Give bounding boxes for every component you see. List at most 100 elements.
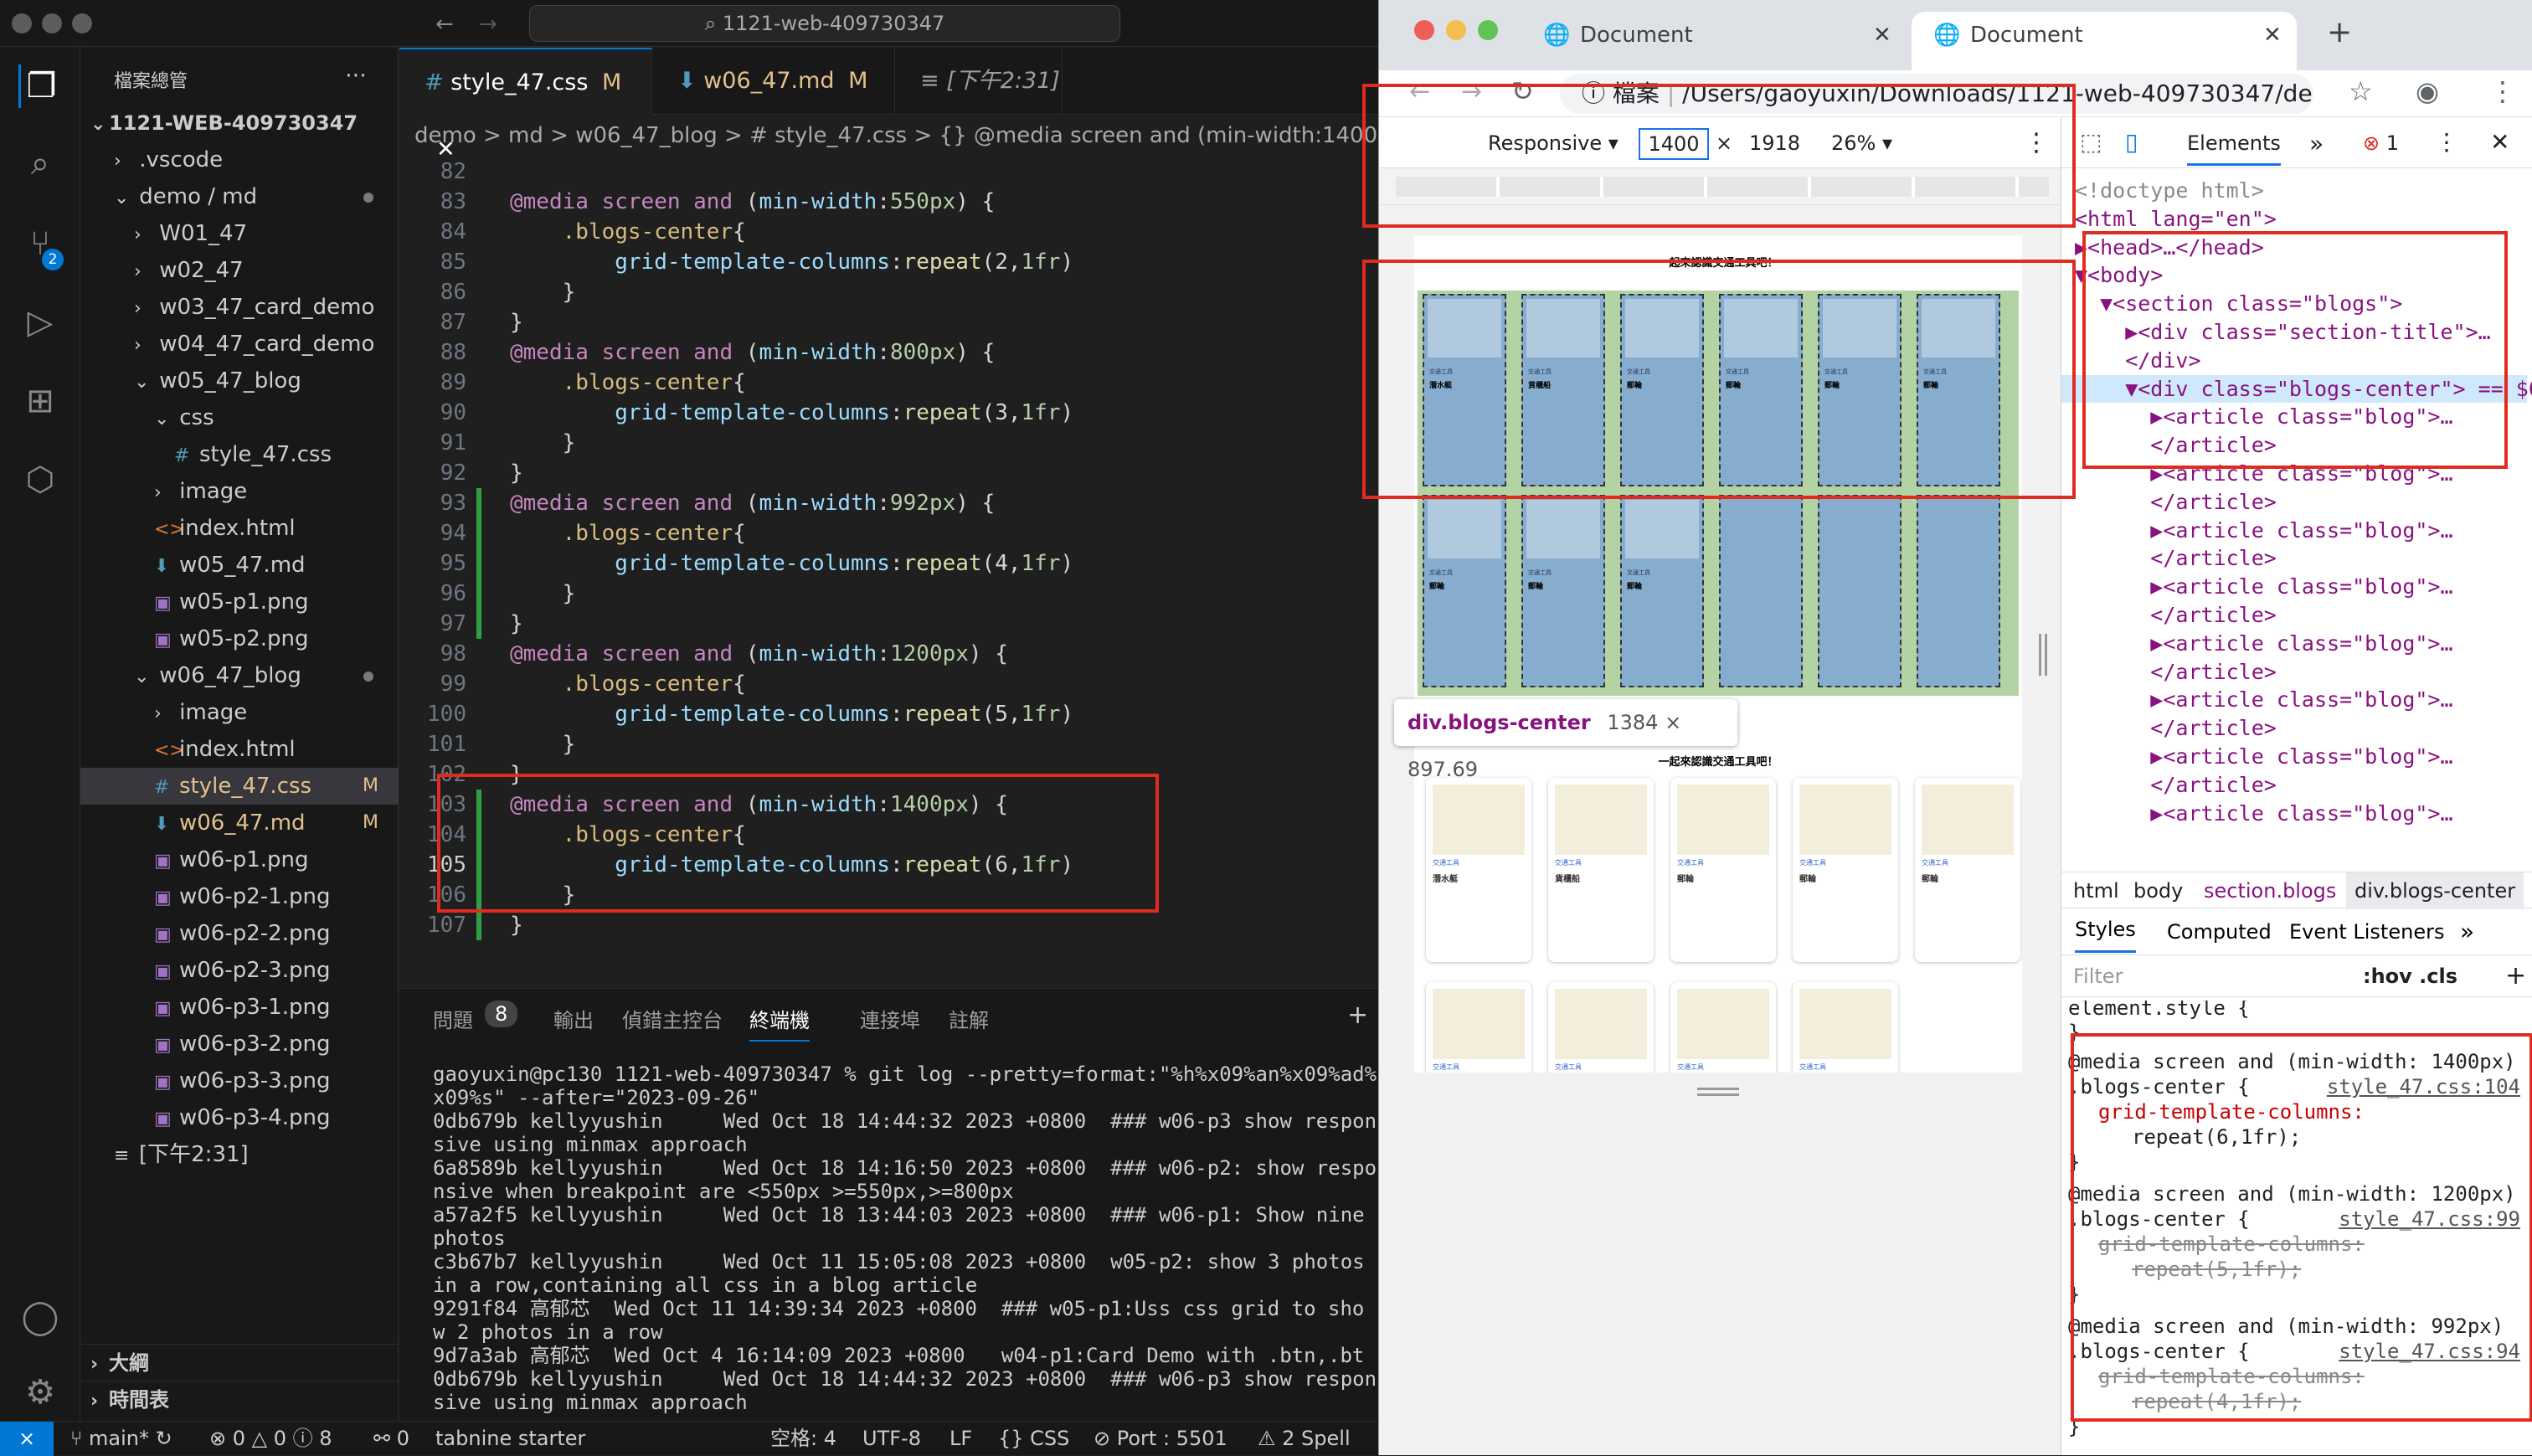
chrome-menu-icon[interactable]: ⋮ <box>2489 75 2516 107</box>
spell-status[interactable]: ⚠ 2 Spell <box>1258 1422 1351 1455</box>
back-arrow-icon[interactable]: ← <box>435 12 454 37</box>
tree-item[interactable]: › w03_47_card_demo <box>80 289 399 326</box>
more-actions-icon[interactable]: ⋯ <box>345 63 367 88</box>
ports-status[interactable]: ⚯ 0 <box>373 1422 409 1455</box>
styles-subtab[interactable]: Event Listeners <box>2289 908 2444 955</box>
tree-item[interactable]: ▣ w06-p3-4.png <box>80 1099 399 1136</box>
maximize-window-button[interactable] <box>72 13 92 33</box>
styles-filter[interactable]: Filter :hov .cls + <box>2061 955 2532 997</box>
tab-style-css[interactable]: # style_47.css M ✕ <box>399 48 652 162</box>
blog-card[interactable]: 交通工具郵輪 <box>1793 982 1898 1073</box>
dom-node[interactable]: <!doctype html> <box>2075 177 2264 204</box>
panel-tab[interactable]: 輸出 <box>553 1004 594 1033</box>
dom-node[interactable]: </article> <box>2075 658 2277 686</box>
dom-node[interactable]: <html lang="en"> <box>2075 205 2277 233</box>
panel-tab[interactable]: 註解 <box>949 1004 989 1033</box>
blog-card[interactable]: 交通工具 貨櫃船 <box>1548 778 1654 962</box>
close-tab-icon[interactable]: ✕ <box>1873 12 1891 59</box>
browser-tab-1[interactable]: 🌐 Document ✕ <box>1521 12 1907 70</box>
breadcrumb-item[interactable]: html <box>2073 872 2119 909</box>
tree-item[interactable]: ▣ w06-p1.png <box>80 841 399 878</box>
run-debug-icon[interactable]: ▷ <box>18 301 62 344</box>
account-icon[interactable]: ◯ <box>18 1295 62 1339</box>
blog-card[interactable]: 交通工具郵輪 <box>1548 982 1654 1073</box>
tree-item[interactable]: › .vscode <box>80 141 399 178</box>
blog-card[interactable]: 交通工具郵輪 <box>1793 778 1898 962</box>
forward-arrow-icon[interactable]: → <box>479 12 497 37</box>
blog-card[interactable]: 交通工具郵輪 <box>1426 982 1531 1073</box>
tree-item[interactable]: › w02_47 <box>80 252 399 289</box>
dom-node[interactable]: </article> <box>2075 488 2277 516</box>
blog-card[interactable]: 交通工具郵輪 <box>1915 778 2020 962</box>
breadcrumb-item[interactable]: div.blogs-center <box>2346 872 2524 909</box>
breadcrumb-item[interactable]: body <box>2133 872 2183 909</box>
tree-item[interactable]: <>index.html <box>80 731 399 768</box>
tree-item[interactable]: ▣ w06-p3-1.png <box>80 989 399 1026</box>
eol-status[interactable]: LF <box>950 1422 972 1455</box>
remote-explorer-icon[interactable]: ⬡ <box>18 458 62 502</box>
settings-gear-icon[interactable]: ⚙ <box>18 1371 62 1414</box>
tree-item[interactable]: › image <box>80 694 399 731</box>
blog-card[interactable]: 交通工具郵輪 <box>1670 982 1776 1073</box>
dom-node[interactable]: ▶<article class="blog">… <box>2075 573 2452 600</box>
breadcrumb[interactable]: demo > md > w06_47_blog > # style_47.css… <box>414 115 1413 157</box>
tree-item[interactable]: ≡ [下午2:31] <box>80 1136 399 1173</box>
tree-item[interactable]: ▣ w06-p3-3.png <box>80 1062 399 1099</box>
problems-status[interactable]: ⊗ 0 △ 0 ⓘ 8 <box>209 1422 332 1455</box>
dom-node[interactable]: </article> <box>2075 771 2277 799</box>
more-tabs-icon[interactable]: » <box>2309 130 2324 157</box>
tree-item[interactable]: › w04_47_card_demo <box>80 326 399 363</box>
devtools-settings-icon[interactable]: ⋮ <box>2435 128 2458 156</box>
inspect-element-icon[interactable]: ⬚ <box>2080 128 2102 156</box>
tree-item[interactable]: ⌄ w05_47_blog <box>80 363 399 399</box>
branch-status[interactable]: ⑂ main* ↻ <box>70 1422 172 1455</box>
tree-item[interactable]: ▣ w06-p2-2.png <box>80 915 399 952</box>
panel-tab[interactable]: 終端機 <box>749 1004 810 1042</box>
resize-handle-right[interactable] <box>2039 634 2047 676</box>
blog-card[interactable]: 交通工具郵輪 <box>1670 778 1776 962</box>
tabnine-status[interactable]: tabnine starter <box>435 1422 585 1455</box>
close-window-button[interactable] <box>1414 20 1434 40</box>
browser-tab-2[interactable]: 🌐 Document ✕ <box>1912 12 2297 70</box>
add-terminal-icon[interactable]: + <box>1347 1001 1368 1030</box>
dom-node[interactable]: </article> <box>2075 601 2277 629</box>
tree-item[interactable]: › image <box>80 473 399 510</box>
encoding-status[interactable]: UTF-8 <box>862 1422 921 1455</box>
error-badge[interactable]: ⊗ 1 <box>2363 131 2399 155</box>
device-toggle-icon[interactable]: ▯ <box>2125 128 2138 156</box>
filter-buttons[interactable]: :hov .cls <box>2363 955 2457 997</box>
command-center-search[interactable]: ⌕ 1121-web-409730347 <box>529 5 1120 42</box>
tree-item[interactable]: # style_47.css M <box>80 768 399 805</box>
tree-item[interactable]: ▣ w06-p2-3.png <box>80 952 399 989</box>
tree-item[interactable]: <>index.html <box>80 510 399 547</box>
tree-item[interactable]: ▣ w06-p2-1.png <box>80 878 399 915</box>
panel-tab[interactable]: 問題 <box>433 1004 473 1033</box>
dom-node[interactable]: ▶<article class="blog">… <box>2075 630 2452 657</box>
new-style-rule-icon[interactable]: + <box>2505 955 2526 997</box>
remote-indicator-icon[interactable]: ⨯ <box>0 1422 54 1456</box>
tree-item[interactable]: ⬇ w06_47.md M <box>80 805 399 841</box>
panel-tab[interactable]: 連接埠 <box>860 1004 920 1033</box>
dom-node[interactable]: ▶<article class="blog">… <box>2075 686 2452 713</box>
explorer-root[interactable]: ⌄ 1121-WEB-409730347 <box>80 105 399 141</box>
tree-item[interactable]: ⌄ w06_47_blog <box>80 657 399 694</box>
styles-subtab[interactable]: Computed <box>2167 908 2272 955</box>
new-tab-icon[interactable]: + <box>2327 15 2352 49</box>
tree-item[interactable]: ▣ w05-p1.png <box>80 584 399 620</box>
dom-node[interactable]: ▶<article class="blog">… <box>2075 517 2452 544</box>
breadcrumb-item[interactable]: section.blogs <box>2204 872 2336 909</box>
close-window-button[interactable] <box>12 13 32 33</box>
maximize-window-button[interactable] <box>1478 20 1498 40</box>
tree-item[interactable]: ⌄ css <box>80 399 399 436</box>
explorer-icon[interactable]: ❐ <box>18 64 62 108</box>
minimize-window-button[interactable] <box>42 13 62 33</box>
dom-node[interactable]: ▶<article class="blog">… <box>2075 743 2452 770</box>
tree-item[interactable]: ⌄ demo / md <box>80 178 399 215</box>
tab-list[interactable]: ≡ [下午2:31] <box>895 48 1063 115</box>
tree-item[interactable]: ▣ w05-p2.png <box>80 620 399 657</box>
dom-node[interactable]: ▶<article class="blog">… <box>2075 800 2452 827</box>
bookmark-star-icon[interactable]: ☆ <box>2349 75 2373 107</box>
close-devtools-icon[interactable]: ✕ <box>2490 128 2509 156</box>
dom-node[interactable]: </article> <box>2075 544 2277 572</box>
tree-item[interactable]: › W01_47 <box>80 215 399 252</box>
